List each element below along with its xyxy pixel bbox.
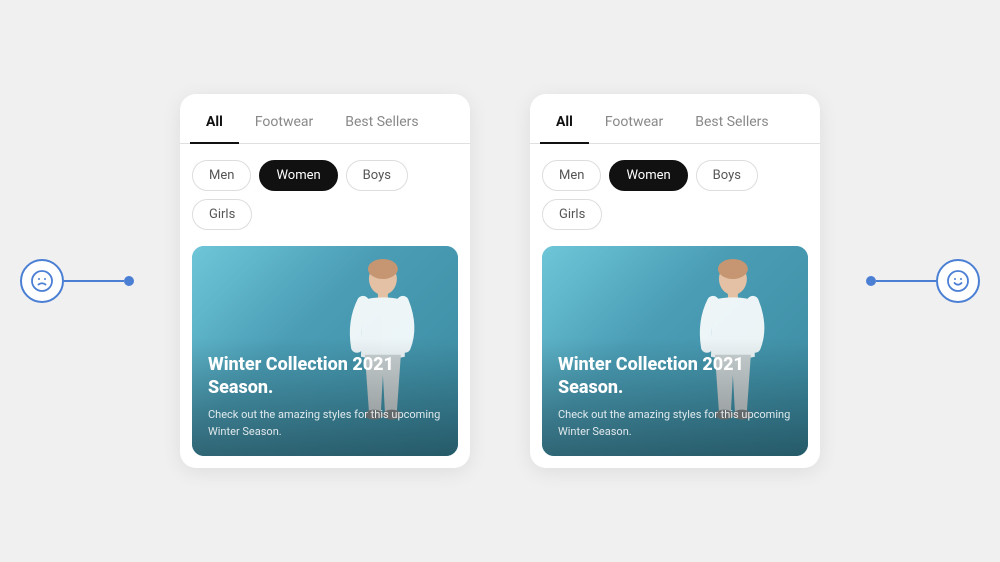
tabs-right: All Footwear Best Sellers [530, 102, 820, 144]
card-left-title: Winter Collection 2021 Season. [208, 354, 442, 399]
chip-left-women[interactable]: Women [259, 160, 337, 191]
tabs-left: All Footwear Best Sellers [180, 102, 470, 144]
tab-left-all[interactable]: All [190, 102, 239, 144]
rating-left-dot [124, 276, 134, 286]
card-right-desc: Check out the amazing styles for this up… [558, 407, 792, 440]
rating-left-line [64, 280, 124, 282]
tab-left-footwear[interactable]: Footwear [239, 102, 329, 144]
card-left: Winter Collection 2021 Season. Check out… [192, 246, 458, 456]
rating-right [866, 259, 980, 303]
rating-right-line [876, 280, 936, 282]
tab-left-bestsellers[interactable]: Best Sellers [329, 102, 434, 144]
card-right: Winter Collection 2021 Season. Check out… [542, 246, 808, 456]
page: All Footwear Best Sellers Men Women Boys… [0, 0, 1000, 562]
chip-left-men[interactable]: Men [192, 160, 251, 191]
panel-right: All Footwear Best Sellers Men Women Boys… [530, 94, 820, 468]
tab-right-footwear[interactable]: Footwear [589, 102, 679, 144]
chip-right-men[interactable]: Men [542, 160, 601, 191]
card-left-desc: Check out the amazing styles for this up… [208, 407, 442, 440]
chip-left-boys[interactable]: Boys [346, 160, 408, 191]
panels-container: All Footwear Best Sellers Men Women Boys… [180, 94, 820, 468]
panel-left: All Footwear Best Sellers Men Women Boys… [180, 94, 470, 468]
happy-smiley-icon [936, 259, 980, 303]
chip-left-girls[interactable]: Girls [192, 199, 252, 230]
chip-right-girls[interactable]: Girls [542, 199, 602, 230]
card-right-content: Winter Collection 2021 Season. Check out… [542, 338, 808, 456]
chips-right: Men Women Boys Girls [530, 160, 820, 246]
rating-left [20, 259, 134, 303]
chip-right-women[interactable]: Women [609, 160, 687, 191]
rating-right-dot [866, 276, 876, 286]
chip-right-boys[interactable]: Boys [696, 160, 758, 191]
tab-right-bestsellers[interactable]: Best Sellers [679, 102, 784, 144]
tab-right-all[interactable]: All [540, 102, 589, 144]
card-right-title: Winter Collection 2021 Season. [558, 354, 792, 399]
sad-smiley-icon [20, 259, 64, 303]
card-left-content: Winter Collection 2021 Season. Check out… [192, 338, 458, 456]
chips-left: Men Women Boys Girls [180, 160, 470, 246]
